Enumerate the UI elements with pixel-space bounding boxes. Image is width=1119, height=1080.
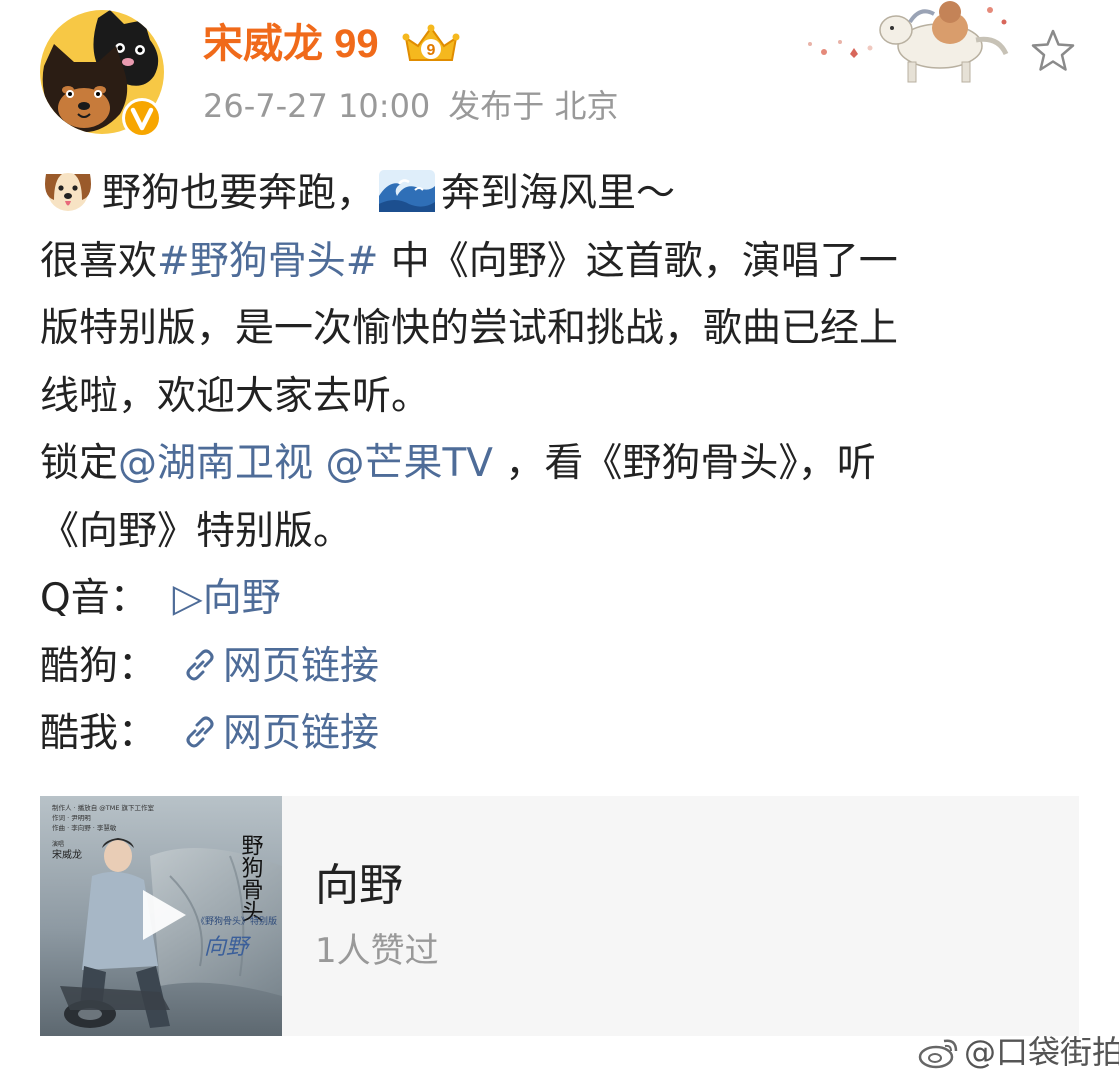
music-card[interactable]: 野狗骨头 制作人 · 播放自 @TME 旗下工作室 作词 · 尹明明 作曲 · … xyxy=(40,796,1079,1036)
like-count: 1人赞过 xyxy=(315,931,439,971)
watermark: @口袋街拍 xyxy=(918,1030,1119,1074)
post-line-3: 版特别版，是一次愉快的尝试和挑战，歌曲已经上 xyxy=(40,306,899,351)
qq-music-row: Q音： ▷向野 xyxy=(40,576,281,621)
post-line-1: 野狗也要奔跑， 奔到海风里～ xyxy=(40,160,1085,228)
post-line-6: 《向野》特别版。 xyxy=(40,508,353,554)
post-line-4: 线啦，欢迎大家去听。 xyxy=(40,373,431,419)
svg-text:演唱: 演唱 xyxy=(52,840,64,848)
water-wave-emoji-icon xyxy=(379,166,436,214)
mention-mango-tv[interactable]: @芒果TV xyxy=(325,441,493,486)
svg-text:宋威龙: 宋威龙 xyxy=(52,848,82,861)
kugou-link[interactable]: 网页链接 xyxy=(181,644,379,689)
kuwo-row: 酷我： 网页链接 xyxy=(40,700,1085,768)
post-line-2: 很喜欢#野狗骨头# 中《向野》这首歌，演唱了一 xyxy=(40,238,898,284)
svg-text:制作人 · 播放自 @TME 旗下工作室: 制作人 · 播放自 @TME 旗下工作室 xyxy=(52,803,155,812)
star-button[interactable] xyxy=(1028,26,1078,76)
svg-text:野狗骨头: 野狗骨头 xyxy=(238,834,264,922)
svg-text:作词 · 尹明明: 作词 · 尹明明 xyxy=(52,813,91,822)
svg-text:《野狗骨头》特别版: 《野狗骨头》特别版 xyxy=(196,915,277,927)
weibo-logo-icon xyxy=(918,1039,958,1069)
verified-v-icon xyxy=(120,96,164,140)
song-title: 向野 xyxy=(315,860,403,911)
qq-music-link[interactable]: ▷向野 xyxy=(173,576,281,621)
dog-face-emoji-icon xyxy=(40,166,96,214)
post-location: 发布于 北京 xyxy=(448,87,619,125)
link-chain-icon xyxy=(181,638,219,680)
post-meta: 26-7-27 10:00 发布于 北京 xyxy=(203,84,636,128)
svg-text:作曲 · 李向野 · 李慧敏: 作曲 · 李向野 · 李慧敏 xyxy=(52,823,117,832)
post-text: 野狗也要奔跑， 奔到海风里～ 很喜欢#野狗骨头# 中《向野》这首歌，演唱了一 版… xyxy=(40,160,1085,768)
star-outline-icon xyxy=(1031,29,1075,71)
decoration-sticker-icon xyxy=(800,0,1015,86)
vip-crown-icon[interactable]: 9 xyxy=(402,24,460,66)
album-cover[interactable]: 野狗骨头 制作人 · 播放自 @TME 旗下工作室 作词 · 尹明明 作曲 · … xyxy=(40,796,282,1036)
svg-text:9: 9 xyxy=(427,42,436,59)
link-chain-icon xyxy=(181,705,219,748)
mention-hunan-tv[interactable]: @湖南卫视 xyxy=(118,441,313,486)
post-line-5: 锁定@湖南卫视 @芒果TV ，看《野狗骨头》，听 xyxy=(40,441,876,486)
svg-text:向野: 向野 xyxy=(204,935,252,960)
kugou-row: 酷狗： 网页链接 xyxy=(40,633,1085,701)
post-time: 26-7-27 10:00 xyxy=(203,87,431,125)
username[interactable]: 宋威龙 99 xyxy=(203,16,379,72)
kuwo-link[interactable]: 网页链接 xyxy=(181,711,379,756)
hashtag-link[interactable]: #野狗骨头# xyxy=(157,239,378,284)
